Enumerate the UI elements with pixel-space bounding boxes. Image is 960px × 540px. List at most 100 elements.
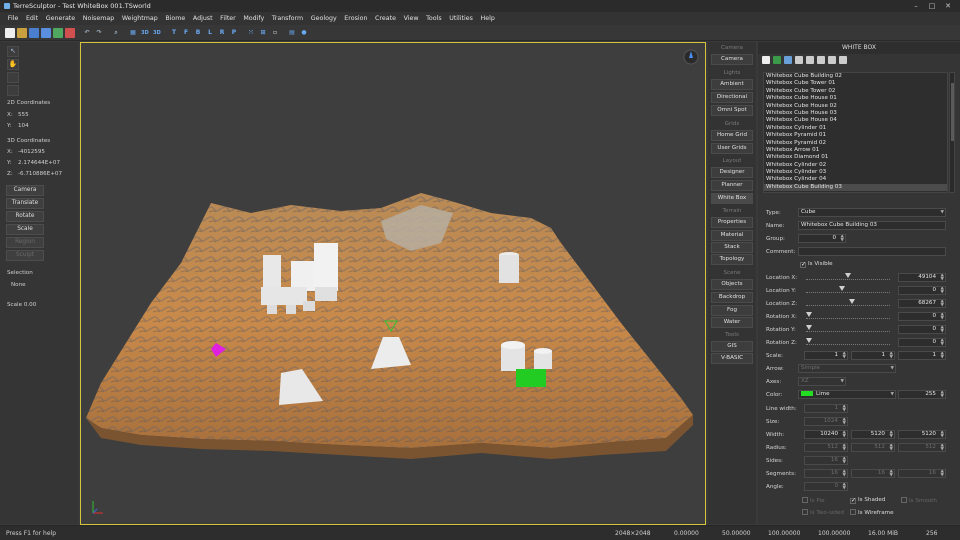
width-y-field[interactable]: 5120 ▲ ▼ [851,430,895,439]
menu-utilities[interactable]: Utilities [445,15,476,22]
list-item[interactable]: Whitebox Arrow 01 [764,147,947,154]
rotation-x-slider[interactable] [806,312,890,319]
is-visible-checkbox[interactable]: ✓ Is Visible [800,261,833,268]
segments-y-field[interactable]: 16 ▲ ▼ [851,469,895,478]
location-x-slider[interactable] [806,273,890,280]
fog-button[interactable]: Fog [711,305,753,316]
snap-icon[interactable]: ⁙ [246,28,256,38]
copy-icon[interactable] [795,56,803,64]
rotation-y-slider[interactable] [806,325,890,332]
menu-tools[interactable]: Tools [422,15,445,22]
backdrop-button[interactable]: Backdrop [711,292,753,303]
scale-mode-button[interactable]: Scale [6,224,44,235]
sides-field[interactable]: 16 ▲ ▼ [804,456,848,465]
camera-button[interactable]: Camera [711,54,753,65]
delete-icon[interactable] [828,56,836,64]
translate-mode-button[interactable]: Translate [6,198,44,209]
radius-y-field[interactable]: 512 ▲ ▼ [851,443,895,452]
list-item[interactable]: Whitebox Cube House 01 [764,95,947,102]
object-list[interactable]: Whitebox Cube Building 02 Whitebox Cube … [763,72,948,193]
material-button[interactable]: Material [711,230,753,241]
name-field[interactable]: Whitebox Cube Building 03 [798,221,946,230]
menu-help[interactable]: Help [477,15,499,22]
select-arrow-icon[interactable]: ↖ [7,46,19,57]
objects-button[interactable]: Objects [711,279,753,290]
slider-knob[interactable] [806,338,812,343]
spinner-arrows-icon[interactable]: ▲ ▼ [841,235,844,242]
selected-cube-lime[interactable] [516,369,546,387]
location-y-field[interactable]: 0 ▲ ▼ [898,286,946,295]
spinner-arrows-icon[interactable]: ▲ ▼ [843,470,846,477]
menu-filter[interactable]: Filter [216,15,239,22]
right-view-icon[interactable]: R [217,28,227,38]
slider-knob[interactable] [838,286,845,291]
tool-slot-icon[interactable] [7,85,19,96]
angle-field[interactable]: 0 ▲ ▼ [804,482,848,491]
color-dropdown[interactable]: Lime ▼ [798,390,896,399]
menu-transform[interactable]: Transform [268,15,307,22]
rotation-z-field[interactable]: 0 ▲ ▼ [898,338,946,347]
axes-dropdown[interactable]: XZ ▼ [798,377,846,386]
spinner-arrows-icon[interactable]: ▲ ▼ [890,444,893,451]
layout-icon[interactable]: ⊞ [258,28,268,38]
ambient-button[interactable]: Ambient [711,79,753,90]
menu-generate[interactable]: Generate [42,15,79,22]
duplicate-icon[interactable] [817,56,825,64]
spinner-arrows-icon[interactable]: ▲ ▼ [890,352,893,359]
list-scrollbar[interactable] [949,72,955,193]
sculpt-mode-button[interactable]: Sculpt [6,250,44,261]
save-icon[interactable] [29,27,39,38]
list-item[interactable]: Whitebox Cylinder 01 [764,125,947,132]
menu-adjust[interactable]: Adjust [189,15,216,22]
menu-weightmap[interactable]: Weightmap [118,15,162,22]
tool-slot-icon[interactable] [7,72,19,83]
arrow-dropdown[interactable]: Simple ▼ [798,364,896,373]
alpha-field[interactable]: 255 ▲ ▼ [898,390,946,399]
spinner-arrows-icon[interactable]: ▲ ▼ [843,431,846,438]
slider-knob[interactable] [806,312,812,317]
maximize-button[interactable]: □ [928,2,936,10]
white-box-button[interactable]: White Box [711,193,753,204]
spinner-arrows-icon[interactable]: ▲ ▼ [941,391,944,398]
spinner-arrows-icon[interactable]: ▲ ▼ [941,444,944,451]
layers-icon[interactable]: ▤ [287,28,297,38]
rotation-y-field[interactable]: 0 ▲ ▼ [898,325,946,334]
grid-icon[interactable]: ▦ [128,28,138,38]
omni-spot-button[interactable]: Omni Spot [711,105,753,116]
slider-knob[interactable] [848,299,855,304]
location-y-slider[interactable] [806,286,890,293]
list-item-selected[interactable]: Whitebox Cube Building 03 [764,183,947,192]
scale-z-field[interactable]: 1 ▲ ▼ [898,351,946,360]
menu-create[interactable]: Create [371,15,400,22]
comment-field[interactable] [798,247,946,256]
line-width-field[interactable]: 1 ▲ ▼ [804,404,848,413]
spinner-arrows-icon[interactable]: ▲ ▼ [843,483,846,490]
hand-pan-icon[interactable]: ✋ [7,59,19,70]
spinner-arrows-icon[interactable]: ▲ ▼ [941,300,944,307]
is-smooth-checkbox[interactable]: Is Smooth [901,497,937,504]
menu-biome[interactable]: Biome [162,15,190,22]
planner-button[interactable]: Planner [711,180,753,191]
3d-viewport[interactable] [80,42,706,525]
scale-y-field[interactable]: 1 ▲ ▼ [851,351,895,360]
list-item[interactable]: Whitebox Cube Tower 01 [764,80,947,87]
is-shaded-checkbox[interactable]: ✓ Is Shaded [850,497,885,504]
open-icon[interactable] [17,27,27,38]
size-field[interactable]: 1024 ▲ ▼ [804,417,848,426]
spinner-arrows-icon[interactable]: ▲ ▼ [890,470,893,477]
rotation-x-field[interactable]: 0 ▲ ▼ [898,312,946,321]
menu-modify[interactable]: Modify [240,15,268,22]
location-z-field[interactable]: 68267 ▲ ▼ [898,299,946,308]
location-z-slider[interactable] [806,299,890,306]
gis-button[interactable]: GIS [711,341,753,352]
top-view-icon[interactable]: T [169,28,179,38]
save-as-icon[interactable] [41,27,51,38]
spinner-arrows-icon[interactable]: ▲ ▼ [941,313,944,320]
list-item[interactable]: Whitebox Pyramid 02 [764,140,947,147]
add-object-icon[interactable] [773,56,781,64]
import-icon[interactable] [53,27,63,38]
list-item[interactable]: Whitebox Cube House 04 [764,117,947,124]
minimize-button[interactable]: – [912,2,920,10]
spinner-arrows-icon[interactable]: ▲ ▼ [941,352,944,359]
wireframe-icon[interactable]: ▫ [270,28,280,38]
